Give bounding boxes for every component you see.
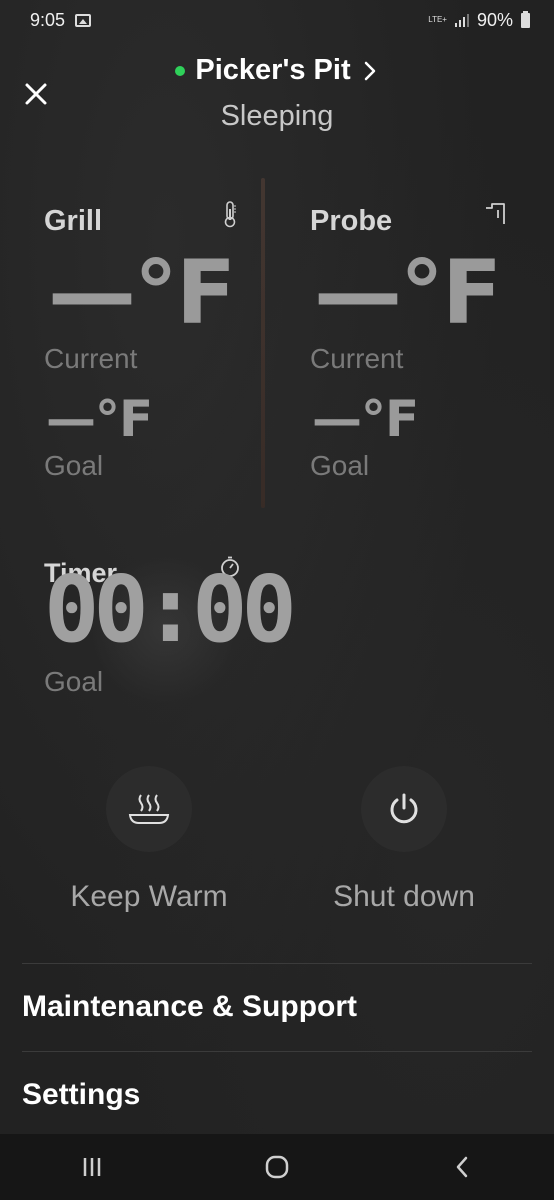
grill-goal-temp: —°F: [46, 390, 153, 448]
chevron-right-icon: [364, 61, 375, 80]
device-name: Picker's Pit: [195, 54, 351, 86]
online-status-dot: [175, 65, 186, 76]
device-header: Picker's Pit Sleeping: [0, 50, 554, 140]
keep-warm-button[interactable]: [106, 766, 192, 852]
back-icon: [456, 1156, 467, 1178]
probe-current-label: Current: [310, 343, 404, 374]
timer-value: 00:00: [44, 556, 297, 663]
home-button[interactable]: [247, 1142, 307, 1192]
grill-card[interactable]: Grill —°F Current —°F Goal: [22, 185, 257, 505]
status-time: 9:05: [30, 9, 66, 30]
gallery-icon: [75, 13, 92, 27]
card-divider: [261, 178, 265, 508]
device-selector[interactable]: Picker's Pit: [0, 54, 554, 87]
probe-title: Probe: [310, 205, 393, 237]
timer-goal-label: Goal: [44, 666, 104, 697]
maintenance-support-item[interactable]: Maintenance & Support: [22, 990, 357, 1024]
power-icon: [390, 793, 418, 824]
status-right: LTE+ 90%: [428, 10, 530, 31]
grill-current-label: Current: [44, 343, 138, 374]
system-nav-bar: [0, 1134, 554, 1200]
thermometer-icon: [224, 201, 236, 228]
shut-down-label: Shut down: [333, 880, 475, 913]
probe-card[interactable]: Probe —°F Current —°F Goal: [288, 185, 523, 505]
grill-goal-label: Goal: [44, 450, 104, 481]
shut-down-button[interactable]: [361, 766, 447, 852]
recent-apps-icon: [84, 1158, 101, 1176]
battery-icon: [521, 10, 530, 28]
probe-current-temp: —°F: [314, 241, 502, 344]
probe-goal-temp: —°F: [312, 390, 419, 448]
home-icon: [265, 1155, 289, 1179]
grill-current-temp: —°F: [48, 241, 236, 344]
keep-warm-label: Keep Warm: [70, 880, 228, 913]
recent-apps-button[interactable]: [62, 1142, 122, 1192]
battery-percent: 90%: [476, 9, 513, 30]
device-state: Sleeping: [220, 100, 334, 132]
keep-warm-icon: [128, 794, 170, 824]
status-bar: 9:05 LTE+ 90%: [0, 0, 554, 40]
app-screen: 9:05 LTE+ 90% Picker's Pit Sleeping Gril…: [0, 0, 554, 1200]
signal-icon: [454, 13, 469, 27]
grill-title: Grill: [44, 205, 103, 237]
back-button[interactable]: [432, 1142, 492, 1192]
divider: [22, 963, 532, 964]
status-left: 9:05: [30, 9, 92, 31]
divider: [22, 1051, 532, 1052]
probe-goal-label: Goal: [310, 450, 370, 481]
network-type: LTE+: [428, 15, 447, 24]
probe-icon: [486, 203, 505, 224]
settings-item[interactable]: Settings: [22, 1078, 140, 1112]
